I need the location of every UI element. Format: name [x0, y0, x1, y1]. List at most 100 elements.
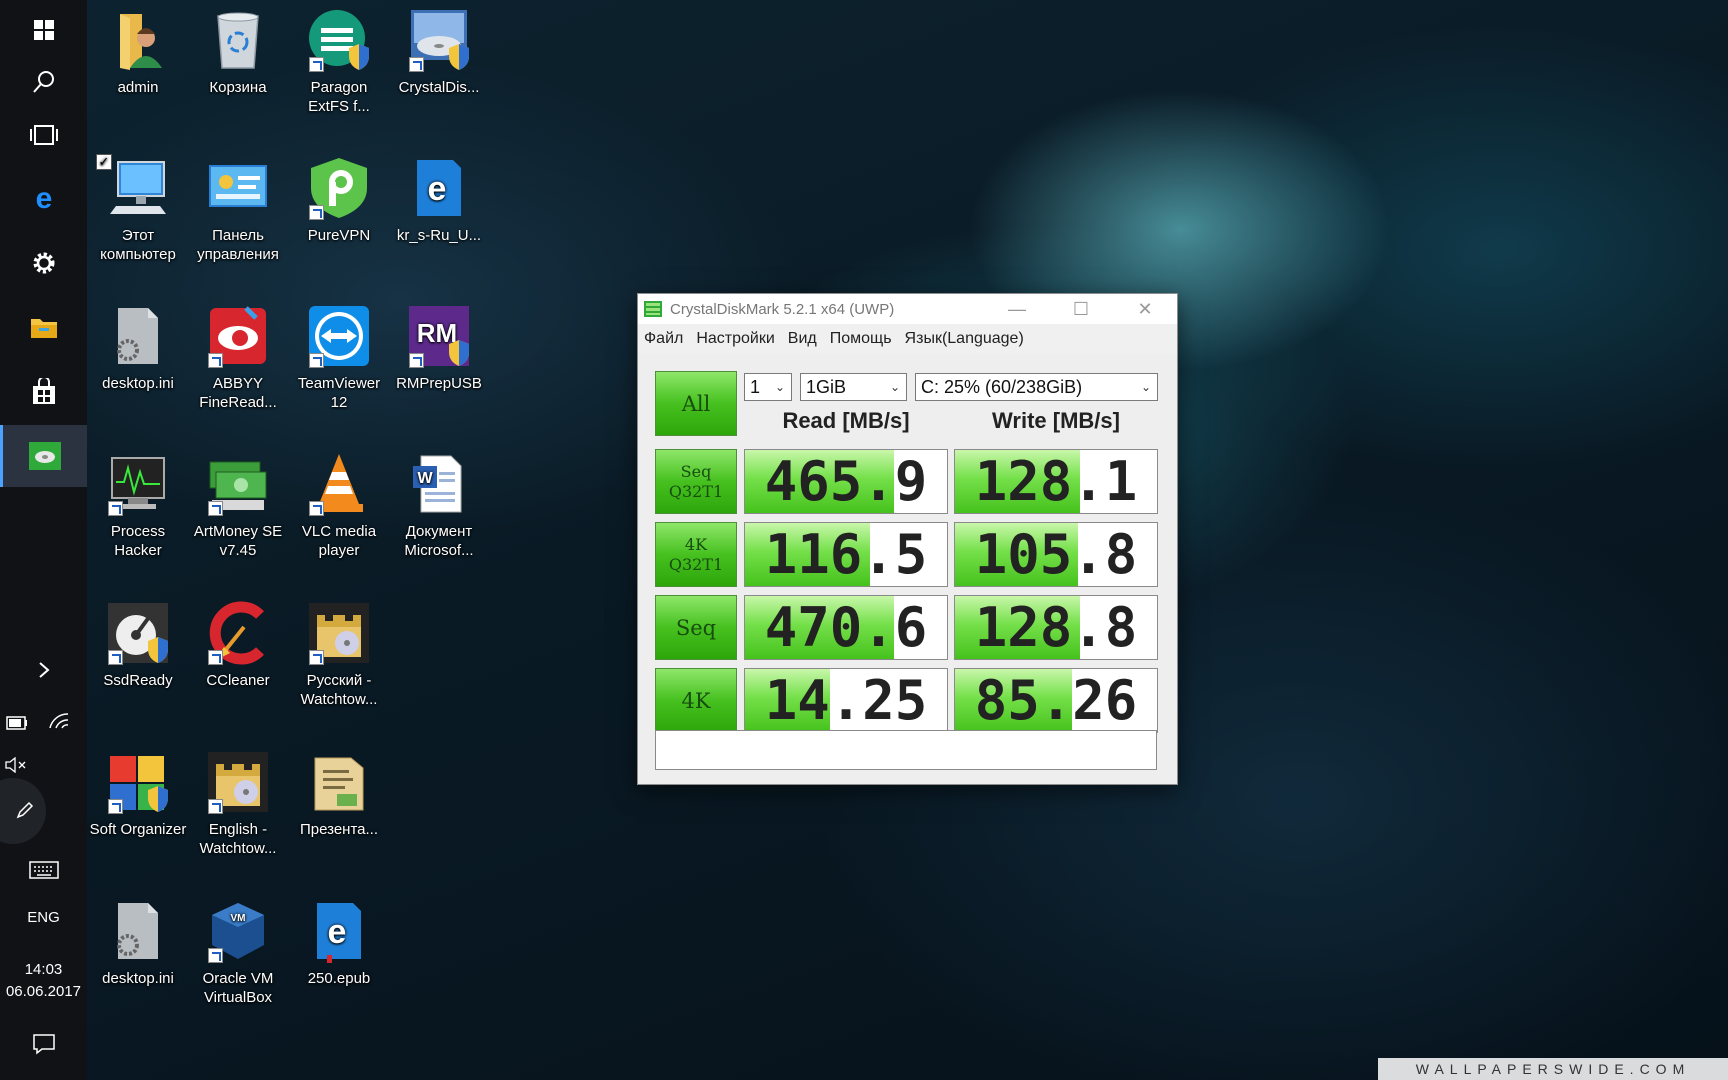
test-label-line1: Seq	[680, 461, 712, 481]
menu-help[interactable]: Помощь	[830, 330, 892, 348]
crystaldiskmark-window: CrystalDiskMark 5.2.1 x64 (UWP) — ☐ ✕ Фа…	[637, 293, 1178, 785]
store-icon	[32, 378, 55, 404]
presentation-file-icon	[314, 757, 364, 811]
desktop-icon-admin[interactable]: admin	[88, 8, 188, 97]
desktop-icon-process-hacker[interactable]: Process Hacker	[88, 452, 188, 560]
dropdown-arrow-icon: ⌄	[774, 380, 786, 394]
desktop-icon-label: Этот компьютер	[100, 227, 176, 263]
settings-taskbar-button[interactable]	[0, 233, 87, 293]
search-button[interactable]	[0, 52, 87, 112]
clock[interactable]: 14:03 06.06.2017	[0, 959, 87, 1003]
menu-file[interactable]: Файл	[644, 330, 683, 348]
close-button[interactable]: ✕	[1113, 294, 1177, 324]
desktop-icon-presentation[interactable]: Презента...	[289, 750, 389, 839]
desktop-icon-label: Русский - Watchtow...	[300, 672, 378, 708]
desktop-icon-control-panel[interactable]: Панель управления	[188, 156, 288, 264]
desktop-icon-label: Oracle VM VirtualBox	[202, 970, 274, 1006]
task-view-button[interactable]	[0, 105, 87, 165]
desktop-icon-teamviewer[interactable]: TeamViewer 12	[289, 304, 389, 412]
desktop-icon-vlc[interactable]: VLC media player	[289, 452, 389, 560]
desktop-icon-word-document[interactable]: W Документ Microsof...	[389, 452, 489, 560]
wifi-icon[interactable]	[48, 712, 70, 735]
desktop-icon-epub[interactable]: e 250.epub	[289, 899, 389, 988]
crystaldiskmark-icon	[29, 442, 61, 470]
seq-write-result: 128.8	[954, 595, 1158, 660]
desktop-icon-soft-organizer[interactable]: Soft Organizer	[88, 750, 188, 839]
checkbox-icon[interactable]: ✓	[96, 154, 112, 170]
result-value: 116.5	[764, 523, 928, 586]
desktop-icon-watchtower-ru[interactable]: Русский - Watchtow...	[289, 601, 389, 709]
desktop-icon-label: VLC media player	[301, 523, 377, 559]
result-value: 465.9	[764, 450, 928, 513]
window-title-bar[interactable]: CrystalDiskMark 5.2.1 x64 (UWP) — ☐ ✕	[638, 294, 1177, 324]
4k-q32t1-write-result: 105.8	[954, 522, 1158, 587]
shortcut-arrow-icon	[309, 353, 324, 368]
pen-workspace-button[interactable]	[0, 778, 46, 844]
run-all-button[interactable]: All	[655, 371, 737, 436]
wallpaper-watermark: WALLPAPERSWIDE.COM	[1378, 1058, 1728, 1080]
minimize-button[interactable]: —	[985, 294, 1049, 324]
menu-settings[interactable]: Настройки	[696, 330, 774, 348]
4k-read-result: 14.25	[744, 668, 948, 733]
test-count-select[interactable]: 1 ⌄	[744, 373, 792, 401]
result-value: 128.8	[974, 596, 1138, 659]
result-value: 85.26	[974, 669, 1138, 732]
desktop-icon-paragon[interactable]: Paragon ExtFS f...	[289, 8, 389, 116]
crystaldiskmark-taskbar-button[interactable]	[0, 425, 87, 487]
desktop-icon-label: CCleaner	[206, 672, 270, 689]
desktop-icon-label: desktop.ini	[102, 970, 174, 987]
desktop-icon-watchtower-en[interactable]: English - Watchtow...	[188, 750, 288, 858]
action-center-button[interactable]	[0, 1022, 87, 1066]
maximize-button[interactable]: ☐	[1049, 294, 1113, 324]
shortcut-arrow-icon	[309, 501, 324, 516]
seq-button[interactable]: Seq	[655, 595, 737, 660]
desktop-icon-label: CrystalDis...	[398, 79, 480, 96]
word-document-icon: W	[413, 455, 462, 513]
battery-icon[interactable]	[6, 716, 28, 735]
4k-q32t1-button[interactable]: 4K Q32T1	[655, 522, 737, 587]
show-more-button[interactable]	[0, 650, 87, 690]
read-header: Read [MB/s]	[782, 408, 910, 433]
test-size-select[interactable]: 1GiB ⌄	[800, 373, 907, 401]
shortcut-arrow-icon	[309, 650, 324, 665]
desktop-icon-label: Презента...	[299, 821, 379, 838]
dropdown-arrow-icon: ⌄	[889, 380, 901, 394]
desktop-icon-artmoney[interactable]: ArtMoney SE v7.45	[188, 452, 288, 560]
dropdown-arrow-icon: ⌄	[1140, 380, 1152, 394]
start-button[interactable]	[0, 0, 87, 60]
drive-select[interactable]: C: 25% (60/238GiB) ⌄	[915, 373, 1158, 401]
store-taskbar-button[interactable]	[0, 362, 87, 422]
desktop-icon-this-pc[interactable]: ✓ Этот компьютер	[88, 154, 188, 264]
4k-button[interactable]: 4K	[655, 668, 737, 733]
desktop-icon-kr-s-ru[interactable]: e kr_s-Ru_U...	[389, 156, 489, 245]
comment-field[interactable]	[655, 730, 1157, 770]
desktop-icon-crystaldisk[interactable]: CrystalDis...	[389, 8, 489, 97]
recycle-bin-icon	[217, 12, 259, 69]
desktop-icon-label: ABBYY FineRead...	[199, 375, 277, 411]
desktop-icon-ccleaner[interactable]: CCleaner	[188, 601, 288, 690]
window-title: CrystalDiskMark 5.2.1 x64 (UWP)	[670, 300, 895, 318]
4k-q32t1-read-result: 116.5	[744, 522, 948, 587]
explorer-taskbar-button[interactable]	[0, 297, 87, 357]
desktop-icon-purevpn[interactable]: PureVPN	[289, 156, 389, 245]
desktop-icon-desktop-ini-2[interactable]: desktop.ini	[88, 899, 188, 988]
input-language[interactable]: ENG	[0, 909, 87, 926]
menu-language[interactable]: Язык(Language)	[905, 330, 1024, 348]
volume-muted-icon[interactable]	[4, 756, 28, 778]
seq-q32t1-button[interactable]: Seq Q32T1	[655, 449, 737, 514]
desktop-icon-abbyy[interactable]: ABBYY FineRead...	[188, 304, 288, 412]
menu-view[interactable]: Вид	[788, 330, 817, 348]
desktop-icon-virtualbox[interactable]: VM Oracle VM VirtualBox	[188, 899, 288, 1007]
touch-keyboard-button[interactable]	[0, 850, 87, 890]
desktop-icon-ssdready[interactable]: SsdReady	[88, 601, 188, 690]
desktop-icon-label: ArtMoney SE v7.45	[193, 523, 283, 559]
edge-taskbar-button[interactable]: e	[0, 168, 87, 228]
drive-value: C: 25% (60/238GiB)	[921, 376, 1083, 397]
test-count-value: 1	[750, 376, 761, 397]
desktop-icon-recycle-bin[interactable]: Корзина	[188, 8, 288, 97]
svg-text:e: e	[328, 913, 347, 951]
desktop-icon-desktop-ini-1[interactable]: desktop.ini	[88, 304, 188, 393]
desktop-icon-label: Paragon ExtFS f...	[308, 79, 370, 115]
crystaldiskmark-app-icon	[644, 301, 662, 317]
desktop-icon-rmprepusb[interactable]: RM RMPrepUSB	[389, 304, 489, 393]
